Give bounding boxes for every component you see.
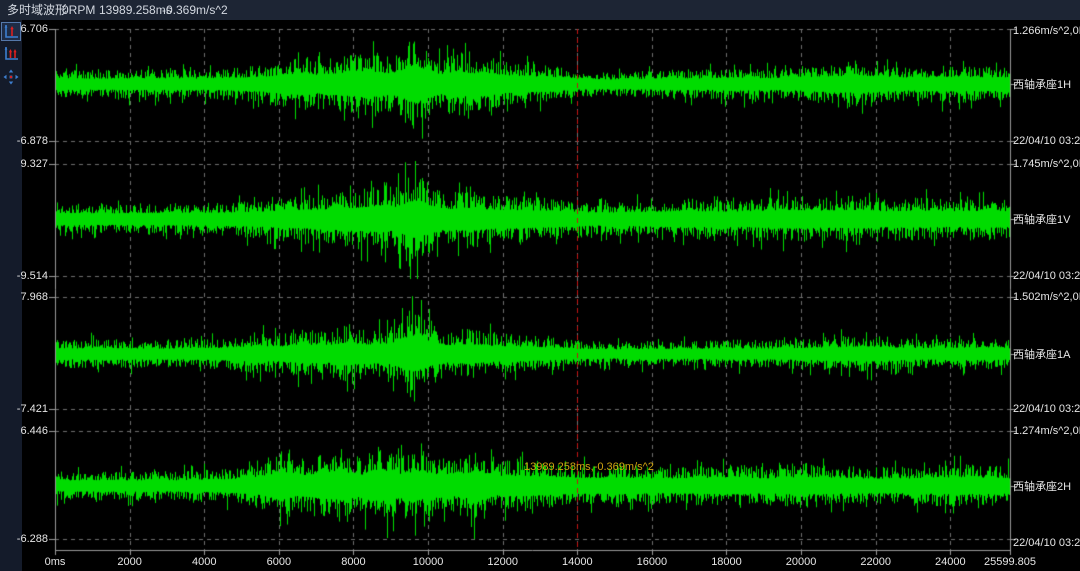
- cursor-annotation: 13989.258ms,-0.369m/s^2: [524, 461, 654, 473]
- x-tick-label: 22000: [860, 556, 891, 568]
- channel-info-ch4: 1.274m/s^2,0RPM: [1013, 425, 1080, 437]
- channel-name-ch1: 西轴承座1H: [1013, 76, 1071, 92]
- pan-button[interactable]: [1, 67, 21, 86]
- double-cursor-button[interactable]: [1, 44, 21, 63]
- title-bar: 多时域波形 0RPM 13989.258ms -0.369m/s^2: [0, 0, 1080, 20]
- x-tick-label: 0ms: [45, 556, 66, 568]
- y-max-label-ch4: 6.446: [4, 425, 48, 437]
- y-min-label-ch3: -7.421: [4, 403, 48, 415]
- channel-name-ch4: 西轴承座2H: [1013, 478, 1071, 494]
- channel-name-ch2: 西轴承座1V: [1013, 211, 1070, 227]
- waveform-canvas[interactable]: [49, 28, 1016, 556]
- y-max-label-ch3: 7.968: [4, 291, 48, 303]
- channel-name-ch3: 西轴承座1A: [1013, 346, 1070, 362]
- x-tick-label: 25599.805: [984, 556, 1036, 568]
- rpm-readout: 0RPM: [62, 0, 95, 20]
- x-tick-label: 24000: [935, 556, 966, 568]
- channel-timestamp-ch1: 22/04/10 03:20:11: [1013, 135, 1080, 147]
- y-min-label-ch4: -6.288: [4, 533, 48, 545]
- page-title: 多时域波形: [7, 0, 67, 20]
- waveform-plot-area: 6.706 -6.878 9.327 -9.514 7.968 -7.421 6…: [22, 20, 1080, 571]
- x-tick-label: 14000: [562, 556, 593, 568]
- channel-info-ch3: 1.502m/s^2,0RPM: [1013, 291, 1080, 303]
- y-max-label-ch2: 9.327: [4, 158, 48, 170]
- vibration-analysis-app: 多时域波形 0RPM 13989.258ms -0.369m/s^2: [0, 0, 1080, 571]
- x-tick-label: 4000: [192, 556, 216, 568]
- x-tick-label: 12000: [487, 556, 518, 568]
- y-min-label-ch1: -6.878: [4, 135, 48, 147]
- y-min-label-ch2: -9.514: [4, 270, 48, 282]
- channel-timestamp-ch2: 22/04/10 03:20:11: [1013, 270, 1080, 282]
- x-tick-label: 16000: [637, 556, 668, 568]
- double-cursor-icon: [3, 46, 19, 62]
- cursor-time-readout: 13989.258ms: [99, 0, 172, 20]
- channel-info-ch1: 1.266m/s^2,0RPM: [1013, 25, 1080, 37]
- x-tick-label: 20000: [786, 556, 817, 568]
- channel-timestamp-ch4: 22/04/10 03:20:11: [1013, 537, 1080, 549]
- channel-info-ch2: 1.745m/s^2,0RPM: [1013, 158, 1080, 170]
- x-tick-label: 2000: [117, 556, 141, 568]
- x-tick-label: 18000: [711, 556, 742, 568]
- y-max-label-ch1: 6.706: [4, 23, 48, 35]
- cursor-value-readout: -0.369m/s^2: [162, 0, 228, 20]
- x-tick-label: 6000: [267, 556, 291, 568]
- channel-timestamp-ch3: 22/04/10 03:20:11: [1013, 403, 1080, 415]
- x-tick-label: 8000: [341, 556, 365, 568]
- x-tick-label: 10000: [413, 556, 444, 568]
- pan-move-icon: [3, 69, 19, 85]
